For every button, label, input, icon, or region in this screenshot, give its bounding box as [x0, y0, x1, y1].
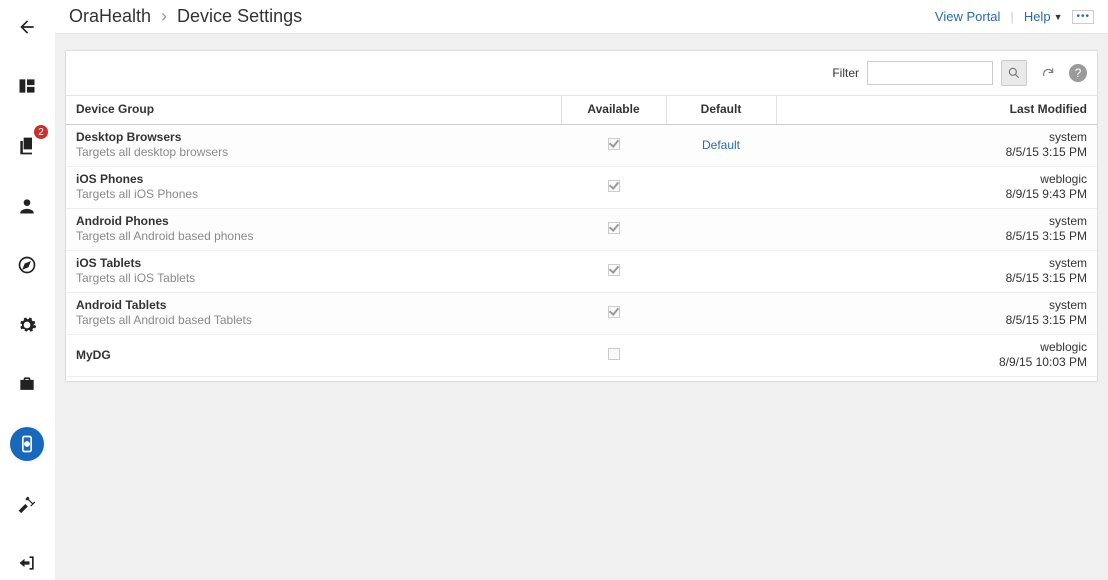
breadcrumb-app-link[interactable]: OraHealth	[69, 6, 151, 27]
help-menu[interactable]: Help▼	[1024, 9, 1063, 24]
caret-down-icon: ▼	[1054, 12, 1063, 22]
nav-dashboard[interactable]	[10, 70, 44, 104]
modified-user: system	[786, 298, 1087, 313]
available-checkbox[interactable]	[608, 306, 620, 318]
nav-device[interactable]	[10, 427, 44, 461]
nav-toolbox[interactable]	[10, 368, 44, 402]
available-checkbox[interactable]	[608, 138, 620, 150]
compass-icon	[17, 255, 37, 275]
breadcrumb: OraHealth › Device Settings	[69, 6, 302, 27]
filter-bar: Filter ?	[66, 51, 1097, 95]
refresh-icon	[1041, 66, 1055, 80]
device-group-name: Desktop Browsers	[76, 130, 551, 145]
nav-exit[interactable]	[10, 546, 44, 580]
arrow-left-icon	[17, 17, 37, 37]
nav-explore[interactable]	[10, 248, 44, 282]
col-default[interactable]: Default	[666, 96, 776, 125]
modified-user: system	[786, 214, 1087, 229]
notification-badge: 2	[34, 125, 48, 139]
device-groups-table: Device Group Available Default Last Modi…	[66, 95, 1097, 377]
exit-icon	[17, 553, 37, 573]
default-link[interactable]: Default	[702, 138, 740, 152]
modified-user: weblogic	[786, 172, 1087, 187]
table-row[interactable]: Desktop BrowsersTargets all desktop brow…	[66, 125, 1097, 167]
layout-icon	[17, 76, 37, 96]
back-button[interactable]	[10, 10, 44, 44]
table-row[interactable]: MyDG weblogic8/9/15 10:03 PM	[66, 335, 1097, 377]
device-group-name: Android Phones	[76, 214, 551, 229]
table-row[interactable]: Android TabletsTargets all Android based…	[66, 293, 1097, 335]
left-sidebar: 2	[0, 0, 55, 580]
top-divider: |	[1010, 9, 1013, 24]
col-device-group[interactable]: Device Group	[66, 96, 561, 125]
panel-help-button[interactable]: ?	[1069, 64, 1087, 82]
topbar: OraHealth › Device Settings View Portal …	[55, 0, 1108, 34]
modified-user: system	[786, 130, 1087, 145]
device-group-desc: Targets all iOS Tablets	[76, 271, 551, 286]
overflow-menu[interactable]: •••	[1072, 10, 1094, 24]
modified-time: 8/9/15 9:43 PM	[786, 187, 1087, 202]
pages-icon	[17, 136, 37, 156]
available-checkbox[interactable]	[608, 222, 620, 234]
users-icon	[17, 196, 37, 216]
breadcrumb-separator-icon: ›	[161, 6, 167, 27]
briefcase-icon	[17, 374, 37, 394]
device-group-desc: Targets all desktop browsers	[76, 145, 551, 160]
col-available[interactable]: Available	[561, 96, 666, 125]
device-group-desc: Targets all Android based Tablets	[76, 313, 551, 328]
refresh-button[interactable]	[1035, 60, 1061, 86]
view-portal-link[interactable]: View Portal	[935, 9, 1001, 24]
device-group-name: iOS Phones	[76, 172, 551, 187]
available-checkbox[interactable]	[608, 348, 620, 360]
modified-time: 8/9/15 10:03 PM	[786, 355, 1087, 370]
nav-users[interactable]	[10, 189, 44, 223]
filter-label: Filter	[832, 66, 859, 80]
device-group-name: Android Tablets	[76, 298, 551, 313]
modified-time: 8/5/15 3:15 PM	[786, 313, 1087, 328]
modified-user: weblogic	[786, 340, 1087, 355]
table-row[interactable]: iOS TabletsTargets all iOS Tablets system…	[66, 251, 1097, 293]
device-icon	[17, 434, 37, 454]
hammer-icon	[17, 494, 37, 514]
filter-input[interactable]	[867, 61, 993, 85]
device-group-name: iOS Tablets	[76, 256, 551, 271]
modified-time: 8/5/15 3:15 PM	[786, 271, 1087, 286]
modified-time: 8/5/15 3:15 PM	[786, 229, 1087, 244]
page-title: Device Settings	[177, 6, 302, 27]
gear-icon	[17, 315, 37, 335]
available-checkbox[interactable]	[608, 264, 620, 276]
search-button[interactable]	[1001, 60, 1027, 86]
col-last-modified[interactable]: Last Modified	[776, 96, 1097, 125]
table-row[interactable]: iOS PhonesTargets all iOS Phones weblogic…	[66, 167, 1097, 209]
nav-build[interactable]	[10, 487, 44, 521]
device-group-name: MyDG	[76, 348, 551, 363]
nav-settings[interactable]	[10, 308, 44, 342]
modified-time: 8/5/15 3:15 PM	[786, 145, 1087, 160]
search-icon	[1007, 66, 1021, 80]
modified-user: system	[786, 256, 1087, 271]
device-group-desc: Targets all Android based phones	[76, 229, 551, 244]
nav-pages[interactable]: 2	[10, 129, 44, 163]
table-row[interactable]: Android PhonesTargets all Android based …	[66, 209, 1097, 251]
device-group-desc: Targets all iOS Phones	[76, 187, 551, 202]
available-checkbox[interactable]	[608, 180, 620, 192]
device-settings-panel: Filter ? Device G	[65, 50, 1098, 382]
